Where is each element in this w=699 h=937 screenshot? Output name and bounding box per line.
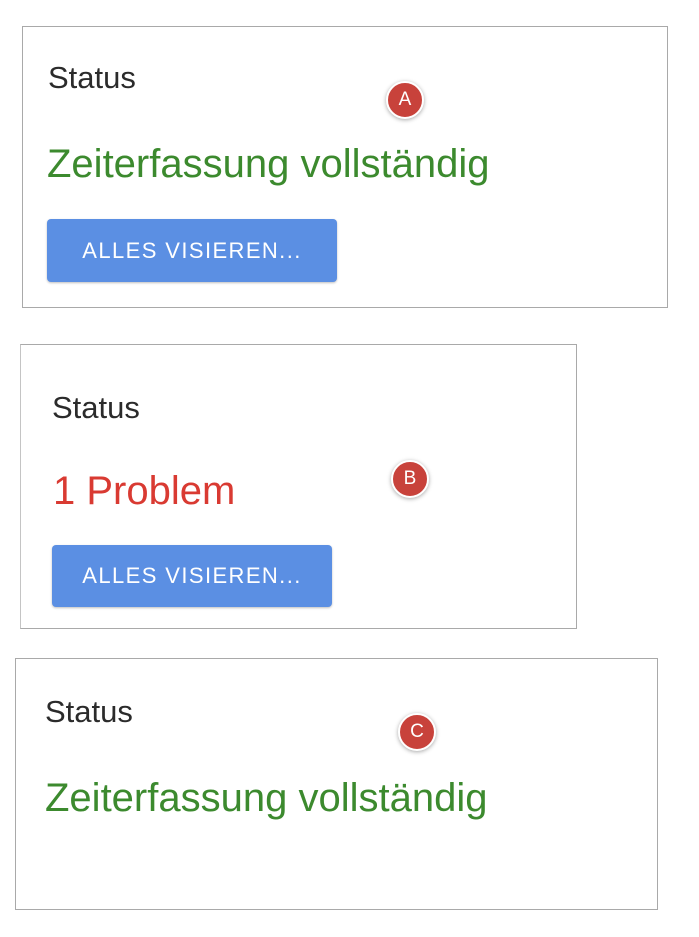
status-value: Zeiterfassung vollständig [45, 776, 488, 820]
approve-all-button[interactable]: ALLES VISIEREN... [47, 219, 337, 282]
status-value: 1 Problem [53, 469, 236, 513]
status-label: Status [48, 60, 136, 95]
status-value: Zeiterfassung vollständig [47, 142, 490, 186]
annotation-marker-c: C [398, 713, 436, 751]
annotation-marker-b: B [391, 460, 429, 498]
annotation-marker-a: A [386, 81, 424, 119]
status-label: Status [45, 694, 133, 729]
page: Status Zeiterfassung vollständig ALLES V… [0, 0, 699, 937]
status-panel-c: Status Zeiterfassung vollständig C [15, 658, 658, 910]
status-label: Status [52, 390, 140, 425]
status-panel-b: Status 1 Problem ALLES VISIEREN... B [20, 344, 577, 629]
status-panel-a: Status Zeiterfassung vollständig ALLES V… [22, 26, 668, 308]
approve-all-button[interactable]: ALLES VISIEREN... [52, 545, 332, 607]
